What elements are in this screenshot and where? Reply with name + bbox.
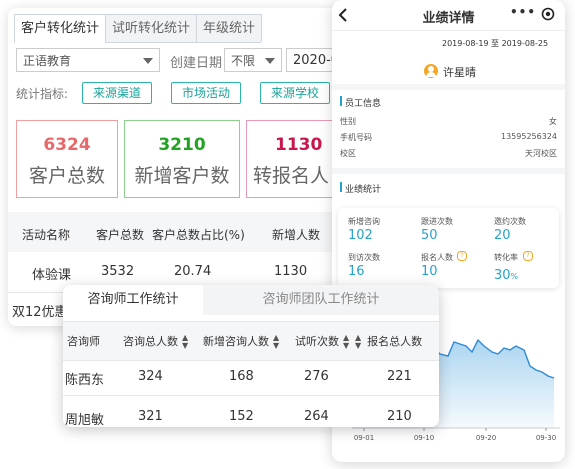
section-employee-info: 员工信息 (345, 99, 382, 109)
stat-value: 16 (348, 264, 365, 279)
date-separator: 至 (491, 39, 500, 48)
date-from: 2019-08-19 (442, 39, 489, 48)
stat-value: 30 (494, 268, 511, 283)
col-customer-total: 客户总数 (96, 228, 145, 242)
stat-value: 50 (421, 228, 438, 243)
cell-customer-total: 3532 (101, 264, 135, 279)
stat-label: 报名人数 (421, 253, 453, 262)
col-customer-ratio: 客户总数占比(%) (152, 228, 245, 242)
stat-label: 跟进次数 (421, 217, 453, 226)
x-tick-label: 09-20 (476, 434, 496, 442)
cell-activity-2: 双12优惠 (12, 305, 68, 320)
org-select[interactable]: 正语教育 (16, 48, 160, 72)
chip-source-channel[interactable]: 来源渠道 (82, 82, 153, 104)
stat-unit: % (510, 272, 519, 281)
tab-team-stats[interactable]: 咨询师团队工作统计 (203, 285, 439, 315)
stat-label: 到访次数 (348, 253, 380, 262)
stat-label: 转化率 (494, 253, 518, 262)
cell-activity: 体验课 (32, 268, 72, 283)
date-range[interactable]: 2019-08-19 至 2019-08-25 (442, 38, 548, 49)
stats-card: 新增咨询 102 跟进次数 50 邀约次数 20 到访次数 16 报名人数 ? … (338, 208, 559, 288)
col-trial-count[interactable]: 试听次数 ▲ ▼ (295, 333, 349, 350)
info-label-phone: 手机号码 (340, 133, 372, 142)
consultant-stats-panel: 咨询师工作统计 咨询师团队工作统计 咨询师 咨询总人数 ▲ ▼ 新增咨询人数 ▲ ▼ 试… (63, 285, 439, 427)
org-select-value: 正语教育 (23, 54, 72, 68)
card-value: 3210 (158, 135, 206, 155)
section-marker (340, 96, 342, 106)
col-total-consults[interactable]: 咨询总人数 ▲ ▼ (123, 333, 188, 350)
section-performance: 业绩统计 (345, 185, 382, 195)
table-row[interactable]: 周旭敏 321 152 264 210 (63, 396, 439, 427)
col-consultant: 咨询师 (67, 335, 100, 348)
chevron-down-icon (265, 58, 275, 64)
cell-ratio: 20.74 (174, 264, 212, 279)
help-icon[interactable]: ? (457, 251, 467, 261)
chip-marketing-activity[interactable]: 市场活动 (171, 82, 242, 104)
stats-tabs: 客户转化统计 试听转化统计 年级统计 (14, 14, 263, 43)
x-tick-label: 09-01 (354, 434, 374, 442)
sort-icon: ▲ ▼ (355, 333, 362, 350)
info-label-gender: 性别 (340, 117, 356, 126)
info-label-campus: 校区 (340, 149, 356, 158)
stat-label: 新增咨询 (348, 217, 380, 226)
filter-label: 统计指标: (16, 87, 69, 101)
help-icon[interactable]: ? (523, 251, 533, 261)
stat-value: 102 (348, 228, 373, 243)
section-gap (332, 168, 565, 174)
card-value: 6324 (43, 135, 91, 155)
cell-total-consults: 324 (138, 369, 163, 384)
tab-customer-conversion[interactable]: 客户转化统计 (14, 14, 107, 43)
cell-trial-count: 264 (304, 409, 329, 424)
cell-new-consults: 168 (229, 369, 254, 384)
col-new-count: 新增人数 (272, 228, 321, 242)
col-new-consults[interactable]: 新增咨询人数 ▲ ▼ (203, 333, 279, 350)
section-marker (340, 182, 342, 192)
card-label: 客户总数 (28, 165, 105, 187)
date-label: 创建日期 (170, 56, 223, 71)
stat-conversion: 30% (494, 264, 518, 283)
customer-stats-panel: 客户转化统计 试听转化统计 年级统计 正语教育 创建日期 不限 2020-0 统… (8, 8, 368, 326)
chevron-down-icon (143, 58, 153, 64)
cell-total-enrolled: 210 (387, 409, 412, 424)
date-to: 2019-08-25 (501, 39, 549, 48)
sort-icon: ▲ ▼ (182, 333, 189, 350)
x-tick-label: 09-10 (414, 434, 434, 442)
tab-trial-conversion[interactable]: 试听转化统计 (105, 14, 198, 42)
stat-label: 邀约次数 (494, 217, 526, 226)
col-total-enrolled[interactable]: ▲ ▼ 报名总人数 (351, 333, 422, 350)
table-row[interactable]: 陈西东 324 168 276 221 (63, 359, 439, 395)
cell-new-count: 1130 (274, 264, 308, 279)
navbar-divider (332, 30, 565, 31)
sort-icon: ▲ ▼ (273, 333, 280, 350)
tab-consultant-stats[interactable]: 咨询师工作统计 (63, 285, 203, 315)
date-range-value: 不限 (231, 54, 256, 68)
card-customer-total: 6324 客户总数 (16, 120, 118, 198)
date-range-select[interactable]: 不限 (224, 48, 282, 72)
section-gap (332, 84, 565, 90)
user-name: 许星晴 (443, 66, 476, 79)
card-label: 新增客户数 (134, 165, 230, 187)
x-tick-label: 09-30 (536, 434, 556, 442)
record-icon[interactable] (541, 7, 555, 21)
info-value-campus: 天河校区 (525, 149, 557, 158)
info-value-gender: 女 (549, 117, 557, 126)
tab-grade-stats[interactable]: 年级统计 (196, 14, 263, 42)
avatar-icon (424, 64, 438, 78)
mobile-navbar: 业绩详情 ••• (332, 0, 565, 30)
cell-consultant-name: 陈西东 (65, 373, 105, 388)
cell-trial-count: 276 (304, 369, 329, 384)
cell-total-consults: 321 (138, 409, 163, 424)
col-activity-name: 活动名称 (22, 228, 71, 242)
stat-value: 20 (494, 228, 511, 243)
chip-source-school[interactable]: 来源学校 (260, 82, 331, 104)
card-new-customers: 3210 新增客户数 (124, 120, 240, 198)
info-value-phone: 13595256324 (501, 132, 557, 141)
cell-consultant-name: 周旭敏 (65, 413, 105, 427)
more-icon[interactable]: ••• (510, 5, 535, 19)
stat-value: 10 (421, 264, 438, 279)
cell-total-enrolled: 221 (387, 369, 412, 384)
sort-icon: ▲ ▼ (343, 333, 350, 350)
cell-new-consults: 152 (229, 409, 254, 424)
